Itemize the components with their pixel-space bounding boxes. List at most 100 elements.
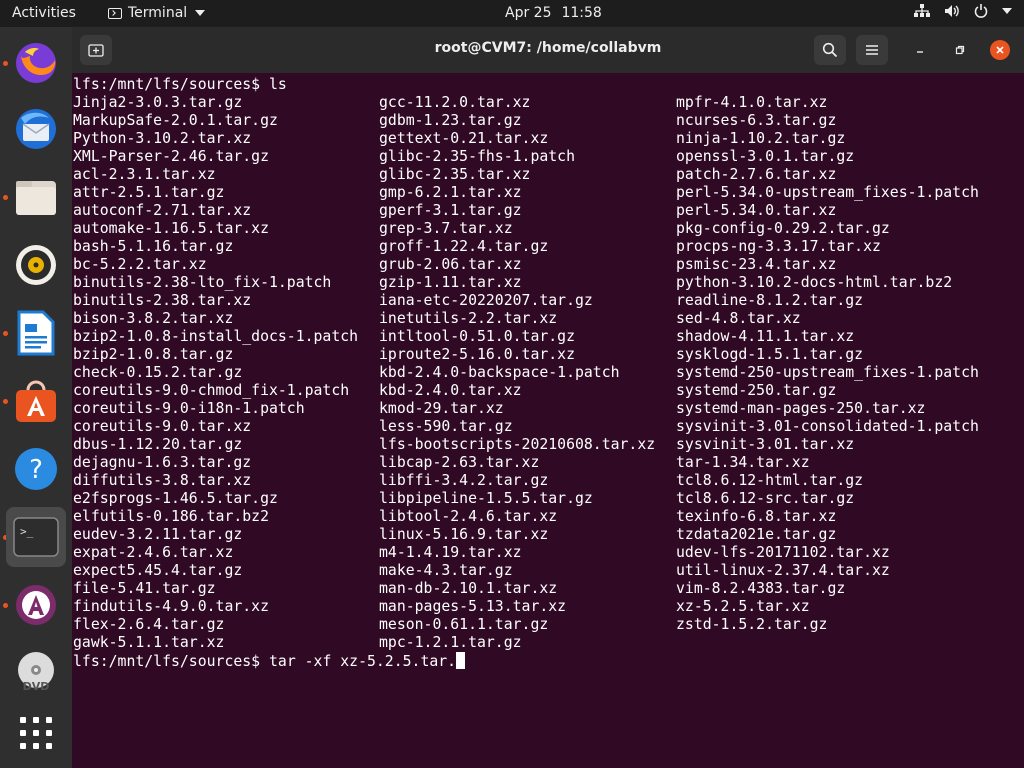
close-icon — [996, 46, 1004, 54]
rhythmbox-icon[interactable] — [6, 235, 66, 295]
file-entry: iana-etc-20220207.tar.gz — [379, 292, 593, 309]
file-entry: XML-Parser-2.46.tar.gz — [73, 148, 269, 165]
file-entry: eudev-3.2.11.tar.gz — [73, 526, 243, 543]
file-entry: gawk-5.1.1.tar.xz — [73, 634, 225, 651]
file-entry: binutils-2.38-lto_fix-1.patch — [73, 274, 332, 291]
file-entry: procps-ng-3.3.17.tar.xz — [676, 238, 881, 255]
terminal-window: root@CVM7: /home/collabvm lfs:/mnt/lfs/s… — [72, 27, 1024, 768]
file-entry: util-linux-2.37.4.tar.xz — [676, 562, 890, 579]
svg-text:>_: >_ — [20, 525, 34, 538]
file-entry: perl-5.34.0.tar.xz — [676, 202, 837, 219]
file-entry: ncurses-6.3.tar.gz — [676, 112, 837, 129]
clock-time: 11:58 — [561, 5, 602, 21]
typed-command: tar -xf xz-5.2.5.tar. — [269, 653, 457, 670]
file-column-1: Jinja2-3.0.3.tar.gz MarkupSafe-2.0.1.tar.… — [73, 94, 358, 652]
file-entry: bc-5.2.2.tar.xz — [73, 256, 207, 273]
file-entry: dejagnu-1.6.3.tar.gz — [73, 454, 252, 471]
software-center-icon[interactable] — [6, 371, 66, 431]
software-updater-icon[interactable] — [6, 575, 66, 635]
system-menu[interactable] — [914, 4, 1012, 18]
search-button[interactable] — [814, 35, 846, 65]
file-entry: kbd-2.4.0-backspace-1.patch — [379, 364, 620, 381]
file-entry: Python-3.10.2.tar.xz — [73, 130, 252, 147]
title-bar[interactable]: root@CVM7: /home/collabvm — [72, 27, 1024, 73]
file-entry: udev-lfs-20171102.tar.xz — [676, 544, 890, 561]
file-entry: glibc-2.35-fhs-1.patch — [379, 148, 575, 165]
file-entry: expect5.45.4.tar.gz — [73, 562, 243, 579]
terminal-small-icon — [108, 7, 122, 19]
shell-prompt: lfs:/mnt/lfs/sources$ — [73, 653, 269, 670]
file-entry: kbd-2.4.0.tar.xz — [379, 382, 522, 399]
thunderbird-icon[interactable] — [6, 99, 66, 159]
file-entry: systemd-man-pages-250.tar.xz — [676, 400, 926, 417]
caret-down-icon — [195, 10, 206, 16]
file-entry: psmisc-23.4.tar.xz — [676, 256, 837, 273]
text-cursor — [456, 652, 466, 669]
menu-button[interactable] — [856, 35, 888, 65]
file-column-2: gcc-11.2.0.tar.xz gdbm-1.23.tar.gz gettext… — [379, 94, 655, 652]
clock-date: Apr 25 — [505, 5, 552, 21]
file-entry: file-5.41.tar.gz — [73, 580, 216, 597]
show-apps-icon[interactable] — [6, 703, 66, 763]
file-entry: acl-2.3.1.tar.xz — [73, 166, 216, 183]
file-entry: dbus-1.12.20.tar.gz — [73, 436, 243, 453]
file-entry: m4-1.4.19.tar.xz — [379, 544, 522, 561]
power-icon — [974, 4, 988, 18]
files-icon[interactable] — [6, 167, 66, 227]
file-entry: xz-5.2.5.tar.xz — [676, 598, 810, 615]
hamburger-icon — [866, 45, 878, 55]
file-entry: libcap-2.63.tar.xz — [379, 454, 540, 471]
app-menu[interactable]: Terminal — [108, 5, 206, 21]
dvd-icon[interactable]: DVD — [6, 643, 66, 703]
file-entry: libffi-3.4.2.tar.gz — [379, 472, 549, 489]
terminal-output[interactable]: lfs:/mnt/lfs/sources$ ls Jinja2-3.0.3.ta… — [72, 73, 1024, 768]
file-column-3: mpfr-4.1.0.tar.xz ncurses-6.3.tar.gz ninja… — [676, 94, 979, 634]
clock[interactable]: Apr 25 11:58 — [505, 5, 612, 21]
file-entry: gmp-6.2.1.tar.xz — [379, 184, 522, 201]
file-entry: texinfo-6.8.tar.xz — [676, 508, 837, 525]
top-bar: Activities Terminal Apr 25 11:58 — [0, 0, 1024, 27]
file-entry: grep-3.7.tar.xz — [379, 220, 513, 237]
file-entry: grub-2.06.tar.xz — [379, 256, 522, 273]
file-entry: gdbm-1.23.tar.gz — [379, 112, 522, 129]
file-entry: man-db-2.10.1.tar.xz — [379, 580, 558, 597]
file-entry: bash-5.1.16.tar.gz — [73, 238, 234, 255]
file-entry: intltool-0.51.0.tar.gz — [379, 328, 575, 345]
file-entry: less-590.tar.gz — [379, 418, 513, 435]
search-icon — [822, 42, 838, 58]
file-entry: systemd-250-upstream_fixes-1.patch — [676, 364, 979, 381]
terminal-icon[interactable]: >_ — [6, 507, 66, 567]
file-entry: mpc-1.2.1.tar.gz — [379, 634, 522, 651]
file-entry: diffutils-3.8.tar.xz — [73, 472, 252, 489]
minimize-icon — [917, 51, 923, 53]
maximize-button[interactable] — [950, 40, 970, 60]
minimize-button[interactable] — [910, 40, 930, 60]
file-entry: iproute2-5.16.0.tar.xz — [379, 346, 575, 363]
file-entry: linux-5.16.9.tar.xz — [379, 526, 549, 543]
file-entry: readline-8.1.2.tar.gz — [676, 292, 864, 309]
file-entry: sysvinit-3.01.tar.xz — [676, 436, 855, 453]
file-entry: kmod-29.tar.xz — [379, 400, 504, 417]
file-entry: perl-5.34.0-upstream_fixes-1.patch — [676, 184, 979, 201]
libreoffice-writer-icon[interactable] — [6, 303, 66, 363]
app-menu-label: Terminal — [128, 5, 188, 21]
file-entry: autoconf-2.71.tar.xz — [73, 202, 252, 219]
file-entry: elfutils-0.186.tar.bz2 — [73, 508, 269, 525]
file-entry: tcl8.6.12-src.tar.gz — [676, 490, 855, 507]
file-entry: groff-1.22.4.tar.gz — [379, 238, 549, 255]
firefox-icon[interactable] — [6, 33, 66, 93]
volume-icon — [945, 5, 959, 17]
help-icon[interactable]: ? — [6, 439, 66, 499]
command-line-tar: lfs:/mnt/lfs/sources$ tar -xf xz-5.2.5.t… — [73, 652, 466, 670]
file-entry: lfs-bootscripts-20210608.tar.xz — [379, 436, 656, 453]
file-entry: libpipeline-1.5.5.tar.gz — [379, 490, 593, 507]
file-entry: coreutils-9.0-i18n-1.patch — [73, 400, 305, 417]
close-button[interactable] — [990, 40, 1010, 60]
activities-button[interactable]: Activities — [12, 5, 76, 21]
file-entry: bzip2-1.0.8.tar.gz — [73, 346, 234, 363]
file-entry: libtool-2.4.6.tar.xz — [379, 508, 558, 525]
file-entry: check-0.15.2.tar.gz — [73, 364, 243, 381]
file-entry: systemd-250.tar.gz — [676, 382, 837, 399]
file-entry: e2fsprogs-1.46.5.tar.gz — [73, 490, 278, 507]
file-entry: binutils-2.38.tar.xz — [73, 292, 252, 309]
